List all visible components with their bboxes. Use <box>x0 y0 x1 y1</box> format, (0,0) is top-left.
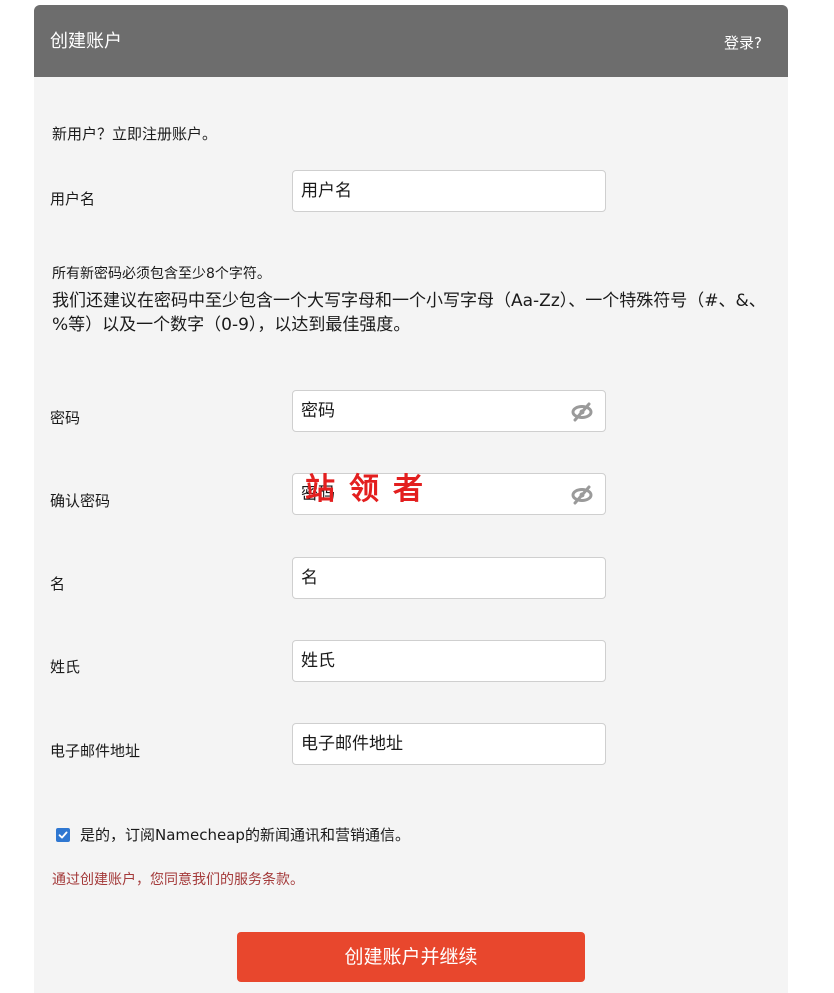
email-label: 电子邮件地址 <box>50 742 141 760</box>
newsletter-label: 是的，订阅Namecheap的新闻通讯和营销通信。 <box>80 826 410 844</box>
create-account-button[interactable]: 创建账户并继续 <box>237 932 585 982</box>
check-icon <box>58 831 68 838</box>
first-name-input[interactable]: 名 <box>292 557 606 599</box>
last-name-label: 姓氏 <box>50 658 81 676</box>
last-name-input[interactable]: 姓氏 <box>292 640 606 682</box>
newsletter-checkbox[interactable] <box>56 827 70 842</box>
password-recommendation-text: 我们还建议在密码中至少包含一个大写字母和一个小写字母（Aa-Zz）、一个特殊符号… <box>52 291 766 335</box>
password-placeholder: 密码 <box>301 401 335 421</box>
newsletter-checkbox-row[interactable]: 是的，订阅Namecheap的新闻通讯和营销通信。 <box>56 824 410 845</box>
username-placeholder: 用户名 <box>301 181 352 201</box>
header-bar: 创建账户 登录? <box>34 5 788 77</box>
confirm-password-label: 确认密码 <box>50 492 111 510</box>
password-label: 密码 <box>50 409 81 427</box>
first-name-placeholder: 名 <box>301 568 318 588</box>
last-name-placeholder: 姓氏 <box>301 651 335 671</box>
page-title: 创建账户 <box>50 31 122 52</box>
eye-slash-icon[interactable] <box>569 402 595 422</box>
login-link[interactable]: 登录? <box>724 32 762 53</box>
password-input[interactable]: 密码 <box>292 390 606 432</box>
email-input[interactable]: 电子邮件地址 <box>292 723 606 765</box>
username-label: 用户名 <box>50 190 96 208</box>
eye-slash-icon[interactable] <box>569 485 595 505</box>
password-requirement-text: 所有新密码必须包含至少8个字符。 <box>52 266 271 282</box>
username-input[interactable]: 用户名 <box>292 170 606 212</box>
terms-text[interactable]: 通过创建账户，您同意我们的服务条款。 <box>52 869 304 889</box>
intro-text: 新用户？立即注册账户。 <box>52 125 218 143</box>
first-name-label: 名 <box>50 575 66 593</box>
email-placeholder: 电子邮件地址 <box>301 734 403 754</box>
watermark-stamp: 站领者 <box>305 472 437 507</box>
